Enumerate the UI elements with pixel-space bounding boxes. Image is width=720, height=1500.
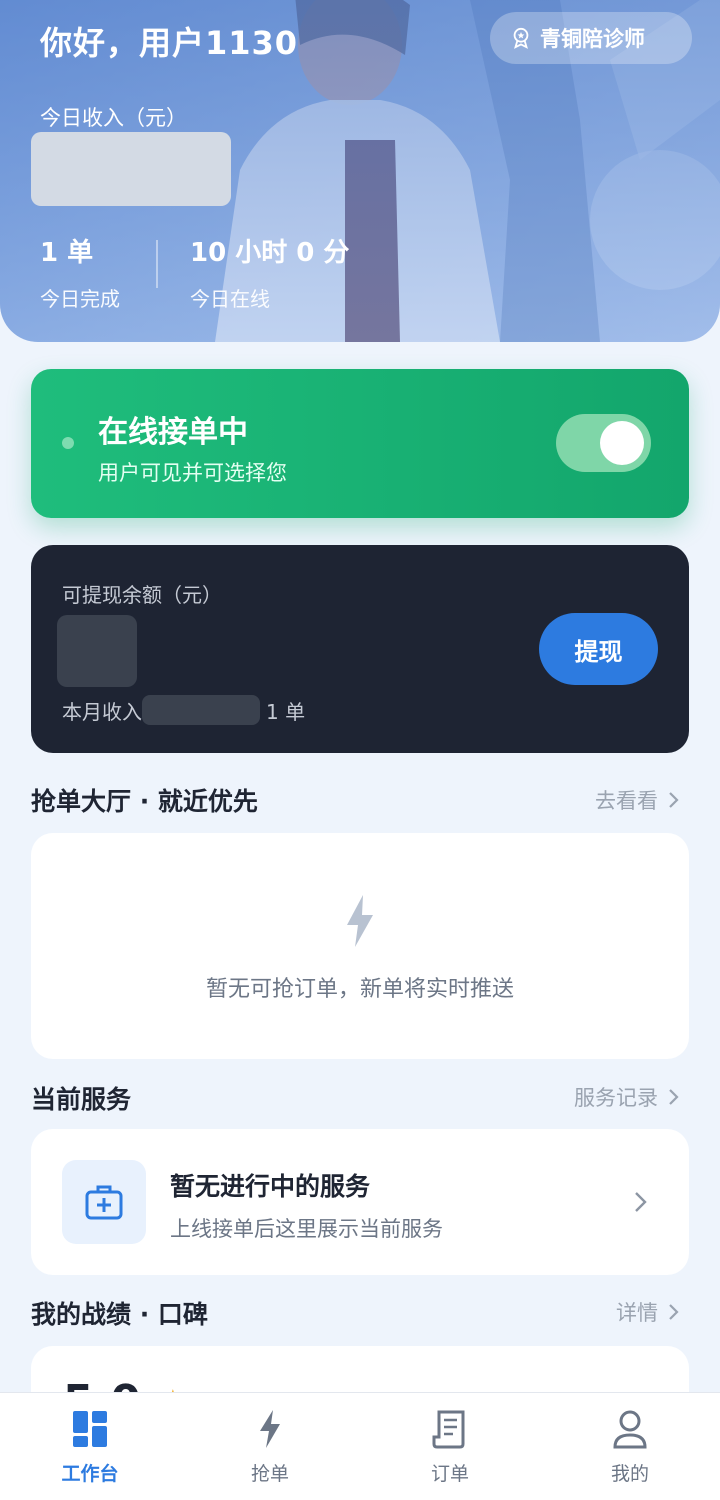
greeting-title: 你好，用户1130 — [40, 24, 299, 62]
service-empty-title: 暂无进行中的服务 — [170, 1172, 371, 1201]
user-icon — [613, 1410, 647, 1449]
nav-workbench-label: 工作台 — [61, 1463, 119, 1485]
balance-card: 可提现余额（元） 本月收入 1 单 提现 — [31, 545, 689, 753]
record-title: 我的战绩 · 口碑 — [31, 1300, 208, 1329]
withdrawable-balance-hidden-value — [57, 615, 137, 687]
month-income-hidden-value — [142, 695, 260, 725]
stat-online-time-label: 今日在线 — [190, 287, 270, 311]
chevron-right-icon — [635, 1192, 647, 1212]
record-detail-link-label: 详情 — [616, 1301, 658, 1325]
stat-completed-label: 今日完成 — [40, 287, 120, 311]
lightning-icon — [347, 895, 373, 947]
current-service-title: 当前服务 — [31, 1085, 132, 1114]
nav-orders-label: 订单 — [430, 1463, 469, 1485]
service-empty-subtitle: 上线接单后这里展示当前服务 — [170, 1217, 443, 1241]
order-hall-link-label: 去看看 — [595, 789, 658, 813]
today-income-label: 今日收入（元） — [40, 106, 187, 130]
online-toggle[interactable] — [556, 414, 651, 472]
receipt-icon — [432, 1410, 465, 1449]
stat-online-time: 10 小时 0 分 今日在线 — [190, 232, 349, 312]
service-record-link[interactable]: 服务记录 — [574, 1082, 680, 1112]
today-income-hidden-value — [31, 132, 231, 206]
online-status-title: 在线接单中 — [98, 415, 248, 450]
online-indicator-dot — [62, 437, 74, 449]
chevron-right-icon — [669, 792, 679, 808]
order-hall-card: 暂无可抢订单，新单将实时推送 — [31, 833, 689, 1059]
level-badge[interactable]: 青铜陪诊师 — [490, 12, 692, 64]
month-orders: 1 单 — [266, 699, 306, 724]
order-hall-empty-text: 暂无可抢订单，新单将实时推送 — [205, 977, 514, 1002]
nav-workbench[interactable]: 工作台 — [0, 1393, 180, 1500]
nav-mine-label: 我的 — [610, 1463, 649, 1485]
withdraw-button[interactable]: 提现 — [539, 613, 658, 685]
order-hall-title: 抢单大厅 · 就近优先 — [31, 787, 258, 816]
order-hall-link[interactable]: 去看看 — [595, 785, 680, 815]
online-status-card: 在线接单中 用户可见并可选择您 — [31, 369, 689, 518]
stat-online-time-value: 10 小时 0 分 — [190, 238, 350, 268]
withdrawable-balance-label: 可提现余额（元） — [62, 583, 222, 607]
medical-kit-icon-box — [62, 1160, 146, 1244]
nav-orders[interactable]: 订单 — [360, 1393, 540, 1500]
current-service-card[interactable]: 暂无进行中的服务 上线接单后这里展示当前服务 — [31, 1129, 689, 1275]
medical-kit-icon — [85, 1185, 123, 1220]
chevron-right-icon — [669, 1304, 679, 1320]
header-hero: 你好，用户1130 青铜陪诊师 今日收入（元） 1 单 今日完成 10 小时 0… — [0, 0, 720, 342]
bottom-nav: 工作台 抢单 订单 我的 — [0, 1392, 720, 1500]
lightning-icon — [260, 1410, 280, 1448]
record-detail-link[interactable]: 详情 — [616, 1297, 680, 1327]
dashboard-icon — [73, 1411, 107, 1447]
nav-grab-order-label: 抢单 — [250, 1463, 289, 1485]
stat-completed-value: 1 单 — [40, 238, 94, 268]
chevron-right-icon — [669, 1089, 679, 1105]
stat-divider — [156, 240, 158, 288]
month-income-label: 本月收入 — [62, 699, 142, 724]
online-status-subtitle: 用户可见并可选择您 — [98, 461, 287, 485]
nav-mine[interactable]: 我的 — [540, 1393, 720, 1500]
level-badge-label: 青铜陪诊师 — [540, 27, 645, 51]
award-icon — [513, 27, 529, 49]
service-record-link-label: 服务记录 — [574, 1086, 658, 1110]
stat-completed: 1 单 今日完成 — [40, 232, 120, 312]
month-income-row: 本月收入 1 单 — [62, 695, 305, 725]
online-toggle-knob — [600, 421, 644, 465]
nav-grab-order[interactable]: 抢单 — [180, 1393, 360, 1500]
